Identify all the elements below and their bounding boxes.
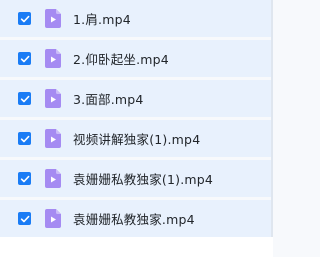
video-file-icon xyxy=(45,169,61,188)
file-name[interactable]: 1.肩.mp4 xyxy=(73,9,131,28)
checkbox-checked-icon[interactable] xyxy=(18,12,31,25)
empty-list-area xyxy=(0,237,273,257)
file-list: 1.肩.mp4 2.仰卧起坐.mp4 3.面部.mp4 视频讲解独家(1).mp… xyxy=(0,0,273,257)
file-row[interactable]: 2.仰卧起坐.mp4 xyxy=(0,40,273,77)
file-row[interactable]: 1.肩.mp4 xyxy=(0,0,273,37)
video-file-icon xyxy=(45,9,61,28)
file-name[interactable]: 视频讲解独家(1).mp4 xyxy=(73,129,200,148)
video-file-icon xyxy=(45,89,61,108)
video-file-icon xyxy=(45,49,61,68)
checkbox-checked-icon[interactable] xyxy=(18,92,31,105)
checkbox-checked-icon[interactable] xyxy=(18,52,31,65)
file-name[interactable]: 2.仰卧起坐.mp4 xyxy=(73,49,169,68)
list-edge-divider xyxy=(271,0,273,237)
checkbox-checked-icon[interactable] xyxy=(18,132,31,145)
file-row[interactable]: 3.面部.mp4 xyxy=(0,80,273,117)
checkbox-checked-icon[interactable] xyxy=(18,172,31,185)
file-row[interactable]: 视频讲解独家(1).mp4 xyxy=(0,120,273,157)
file-row[interactable]: 袁姗姗私教独家(1).mp4 xyxy=(0,160,273,197)
file-name[interactable]: 3.面部.mp4 xyxy=(73,89,144,108)
file-row[interactable]: 袁姗姗私教独家.mp4 xyxy=(0,200,273,237)
checkbox-checked-icon[interactable] xyxy=(18,212,31,225)
file-name[interactable]: 袁姗姗私教独家(1).mp4 xyxy=(73,169,213,188)
video-file-icon xyxy=(45,209,61,228)
file-name[interactable]: 袁姗姗私教独家.mp4 xyxy=(73,209,195,228)
video-file-icon xyxy=(45,129,61,148)
